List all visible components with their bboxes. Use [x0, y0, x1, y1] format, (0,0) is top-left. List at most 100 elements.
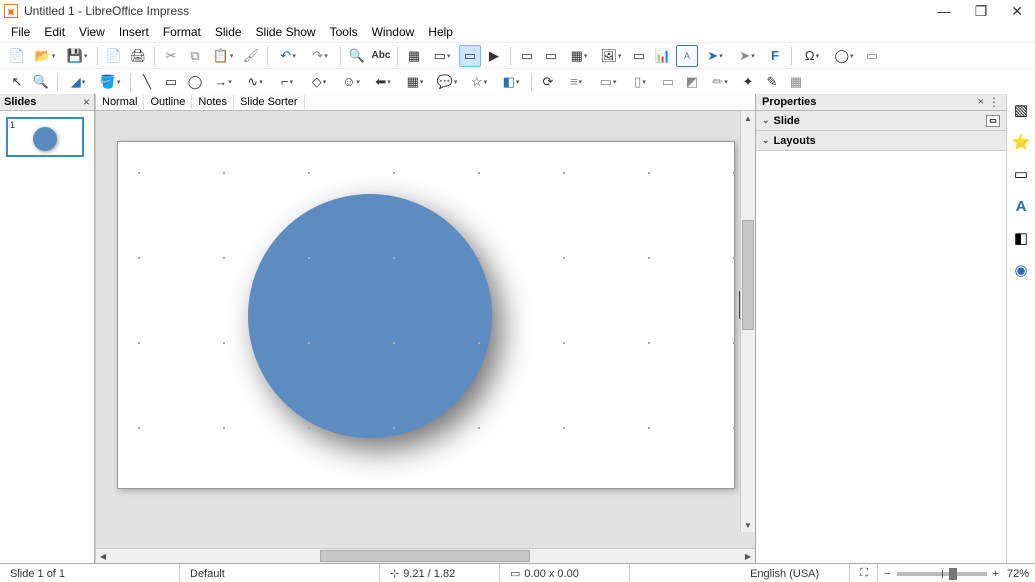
zoom-value[interactable]: 72% [1007, 568, 1029, 580]
close-button[interactable]: ✕ [1011, 3, 1023, 20]
basic-shapes-tb-button[interactable]: ◯▾ [829, 45, 859, 67]
textbox-button[interactable]: A [676, 45, 698, 67]
menu-file[interactable]: File [4, 23, 37, 41]
gallery-icon[interactable]: ▭ [1011, 164, 1031, 184]
scroll-right-icon[interactable]: ▶ [741, 552, 755, 561]
crop-button[interactable]: ◩ [681, 71, 703, 93]
save-button[interactable]: 💾▾ [62, 45, 92, 67]
menu-view[interactable]: View [72, 23, 112, 41]
copy-button[interactable]: ⧉ [184, 45, 206, 67]
slides-panel-close-icon[interactable]: × [83, 95, 90, 109]
distribute-button[interactable]: ▯▾ [625, 71, 655, 93]
fill-color-button[interactable]: 🪣▾ [95, 71, 125, 93]
chevron-down-icon[interactable]: ⌄ [762, 115, 770, 126]
block-arrows-button[interactable]: ⬅▾ [368, 71, 398, 93]
tab-notes[interactable]: Notes [192, 95, 234, 109]
slide-section-more-icon[interactable]: ▭ [986, 115, 1000, 127]
menu-help[interactable]: Help [421, 23, 460, 41]
slide-layout-button[interactable]: ▭ [861, 45, 883, 67]
callout-button[interactable]: 💬▾ [432, 71, 462, 93]
scroll-left-icon[interactable]: ◀ [96, 552, 110, 561]
animation-icon[interactable]: ◧ [1011, 228, 1031, 248]
stars-button[interactable]: ☆▾ [464, 71, 494, 93]
slide-canvas[interactable] [117, 141, 735, 489]
menu-slide[interactable]: Slide [208, 23, 249, 41]
properties-menu-icon[interactable]: ⋮ [988, 95, 1000, 109]
rotate-button[interactable]: ⟳ [537, 71, 559, 93]
navigator-icon[interactable]: A [1011, 196, 1031, 216]
properties-icon[interactable]: ▧ [1011, 100, 1031, 120]
duplicate-slide-button[interactable]: ▭ [540, 45, 562, 67]
symbol-shapes-button[interactable]: ☺▾ [336, 71, 366, 93]
fontwork-button[interactable]: ➤▾ [700, 45, 730, 67]
spellcheck-button[interactable]: Abc [370, 45, 392, 67]
section-slide-label[interactable]: Slide [774, 115, 800, 127]
tab-outline[interactable]: Outline [144, 95, 192, 109]
table-button[interactable]: ▦▾ [564, 45, 594, 67]
points-button[interactable]: ✦ [737, 71, 759, 93]
curve-tool[interactable]: ∿▾ [240, 71, 270, 93]
print-button[interactable]: 🖨 [127, 45, 149, 67]
edit-area[interactable]: ▲ ▼ [96, 111, 755, 548]
gluepoints-button[interactable]: ✎ [761, 71, 783, 93]
shadow-button[interactable]: ▭ [657, 71, 679, 93]
menu-edit[interactable]: Edit [37, 23, 72, 41]
properties-close-icon[interactable]: × [978, 96, 984, 108]
menu-slideshow[interactable]: Slide Show [249, 23, 323, 41]
horizontal-scrollbar[interactable]: ◀ ▶ [96, 548, 755, 563]
grid-button[interactable]: ▦ [403, 45, 425, 67]
arrow-tool[interactable]: →▾ [208, 71, 238, 93]
insert-slide-button[interactable]: ▭ [516, 45, 538, 67]
menu-insert[interactable]: Insert [112, 23, 156, 41]
display-views-button[interactable]: ▭▾ [427, 45, 457, 67]
slide-thumbnail-1[interactable]: 1 [6, 117, 84, 157]
tab-normal[interactable]: Normal [96, 95, 144, 109]
image-button[interactable]: 🖼▾ [596, 45, 626, 67]
symbol-button[interactable]: Ω▾ [797, 45, 827, 67]
arrange-button[interactable]: ▭▾ [593, 71, 623, 93]
scroll-down-icon[interactable]: ▼ [741, 518, 755, 532]
chart-button[interactable]: 📊 [652, 45, 674, 67]
minimize-button[interactable]: — [937, 3, 951, 20]
export-pdf-button[interactable]: 📄 [103, 45, 125, 67]
zoom-tool[interactable]: 🔍 [30, 71, 52, 93]
maximize-button[interactable]: ❐ [975, 3, 988, 20]
tab-slidesorter[interactable]: Slide Sorter [234, 95, 304, 109]
zoom-slider[interactable] [897, 572, 987, 576]
menu-window[interactable]: Window [365, 23, 422, 41]
media-button[interactable]: ▭ [628, 45, 650, 67]
ellipse-tool[interactable]: ◯ [184, 71, 206, 93]
cut-button[interactable]: ✂ [160, 45, 182, 67]
chevron-down-icon[interactable]: ⌄ [762, 135, 770, 146]
vertical-scrollbar[interactable]: ▲ ▼ [740, 111, 755, 532]
scroll-up-icon[interactable]: ▲ [741, 111, 755, 125]
paste-button[interactable]: 📋▾ [208, 45, 238, 67]
hscroll-thumb[interactable] [320, 550, 530, 562]
start-first-button[interactable]: ▶ [483, 45, 505, 67]
ellipse-shape[interactable] [248, 194, 492, 438]
status-lang[interactable]: English (USA) [740, 564, 850, 582]
master-slide-button[interactable]: ▭ [459, 45, 481, 67]
find-button[interactable]: 🔍 [346, 45, 368, 67]
menu-format[interactable]: Format [156, 23, 208, 41]
flowchart-button[interactable]: ▦▾ [400, 71, 430, 93]
open-button[interactable]: 📂▾ [30, 45, 60, 67]
zoom-in-icon[interactable]: + [993, 568, 999, 580]
basic-shapes-button[interactable]: ◇▾ [304, 71, 334, 93]
3d-button[interactable]: ◧▾ [496, 71, 526, 93]
connector-tool[interactable]: ⌐▾ [272, 71, 302, 93]
select-tool[interactable]: ↖ [6, 71, 28, 93]
new-doc-button[interactable]: 📄 [6, 45, 28, 67]
redo-button[interactable]: ↷▾ [305, 45, 335, 67]
rectangle-tool[interactable]: ▭ [160, 71, 182, 93]
line-tool[interactable]: ╲ [136, 71, 158, 93]
zoom-out-icon[interactable]: − [884, 568, 890, 580]
transition-icon[interactable]: ◉ [1011, 260, 1031, 280]
undo-button[interactable]: ↶▾ [273, 45, 303, 67]
menu-tools[interactable]: Tools [323, 23, 365, 41]
styles-icon[interactable]: ⭐ [1011, 132, 1031, 152]
filter-button[interactable]: ✏▾ [705, 71, 735, 93]
vscroll-thumb[interactable] [742, 220, 754, 330]
section-layouts-label[interactable]: Layouts [774, 135, 816, 147]
align-button[interactable]: ≡▾ [561, 71, 591, 93]
